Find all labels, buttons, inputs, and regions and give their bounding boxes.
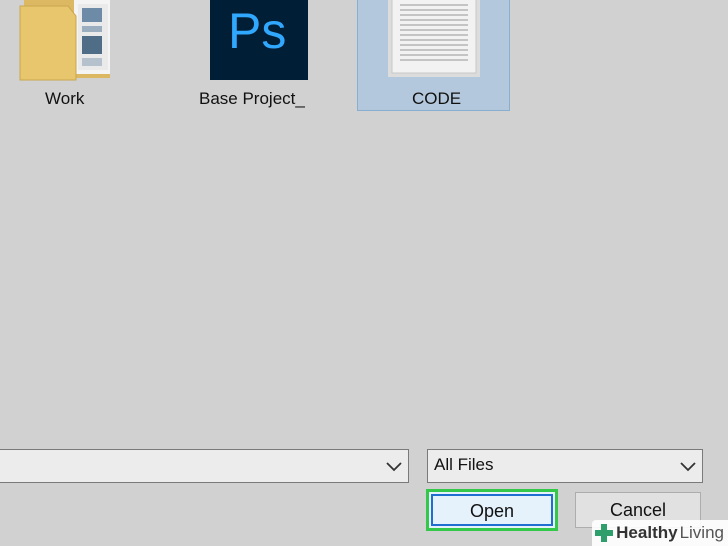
photoshop-file-icon: Ps: [210, 0, 308, 80]
medical-cross-icon: [595, 524, 614, 542]
file-label: CODE: [412, 89, 462, 108]
folder-icon: [19, 0, 110, 81]
watermark-brand: Healthy: [616, 523, 678, 542]
file-label: Work: [45, 89, 85, 108]
file-item-work[interactable]: Work: [10, 0, 120, 112]
file-type-value: All Files: [434, 455, 494, 474]
open-button[interactable]: Open: [426, 489, 558, 531]
file-label: Base Project_: [199, 89, 305, 108]
open-button-label: Open: [431, 494, 553, 526]
ps-badge: Ps: [228, 3, 287, 59]
file-type-select[interactable]: All Files: [427, 449, 703, 483]
healthy-living-watermark: Healthy Living: [592, 520, 728, 546]
chevron-down-icon[interactable]: [384, 456, 404, 476]
filename-combobox[interactable]: [0, 449, 409, 483]
watermark-rest: Living: [679, 523, 724, 542]
text-document-icon: [388, 0, 480, 77]
chevron-down-icon[interactable]: [678, 456, 698, 476]
file-item-code[interactable]: CODE: [357, 0, 510, 111]
file-item-base-project[interactable]: Ps Base Project_: [196, 0, 308, 112]
